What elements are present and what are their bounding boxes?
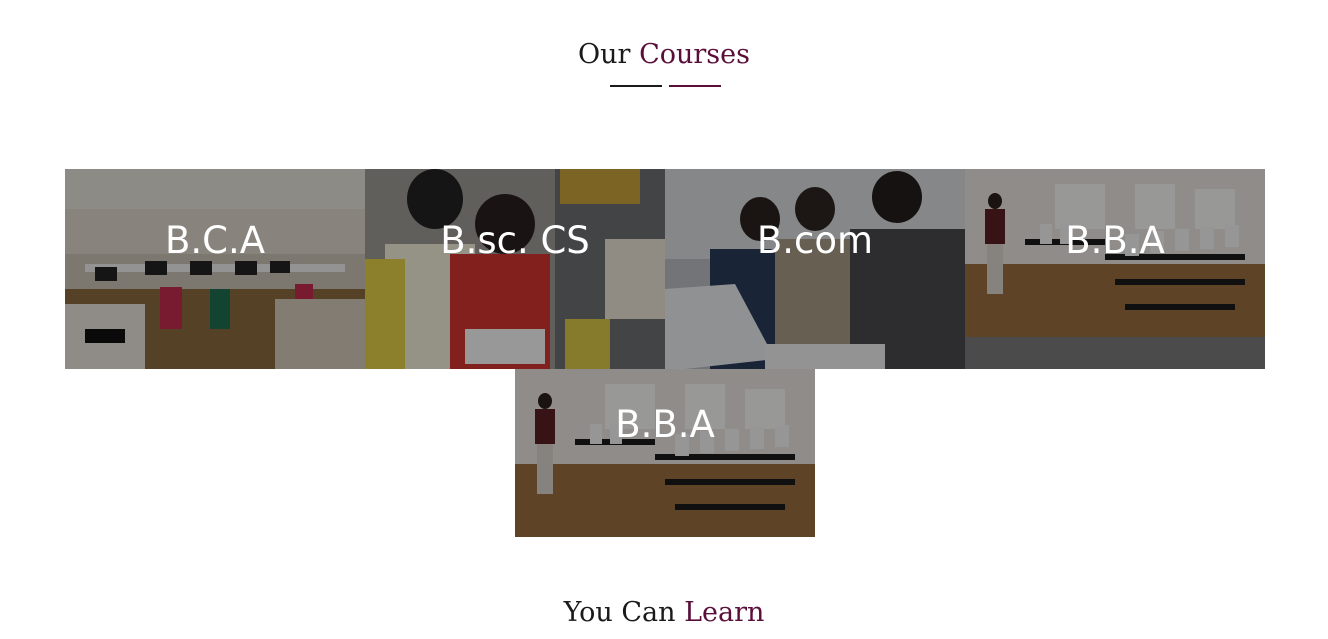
- course-card-bba-second[interactable]: B.B.A: [515, 369, 815, 537]
- image-overlay: [515, 369, 815, 537]
- course-label: B.C.A: [164, 219, 266, 262]
- courses-title-prefix: Our: [578, 39, 631, 70]
- courses-title-accent: Courses: [639, 39, 750, 70]
- title-underline-accent: [669, 85, 721, 87]
- course-card-bsc-cs[interactable]: B.sc. CS: [365, 169, 665, 369]
- image-overlay: [665, 169, 965, 369]
- image-overlay: [65, 169, 365, 369]
- course-card-bba[interactable]: B.B.A: [965, 169, 1265, 369]
- learn-section-title: You Can Learn: [0, 599, 1328, 626]
- course-label: B.B.A: [615, 403, 715, 446]
- learn-title-prefix: You Can: [563, 597, 676, 628]
- title-underline-dark: [610, 85, 662, 87]
- course-label: B.com: [756, 219, 874, 262]
- course-label: B.sc. CS: [440, 219, 590, 262]
- course-card-bca[interactable]: B.C.A: [65, 169, 365, 369]
- courses-section-title: Our Courses: [0, 41, 1328, 68]
- course-card-bcom[interactable]: B.com: [665, 169, 965, 369]
- learn-title-accent: Learn: [684, 597, 765, 628]
- image-overlay: [965, 169, 1265, 369]
- image-overlay: [365, 169, 665, 369]
- course-label: B.B.A: [1065, 219, 1165, 262]
